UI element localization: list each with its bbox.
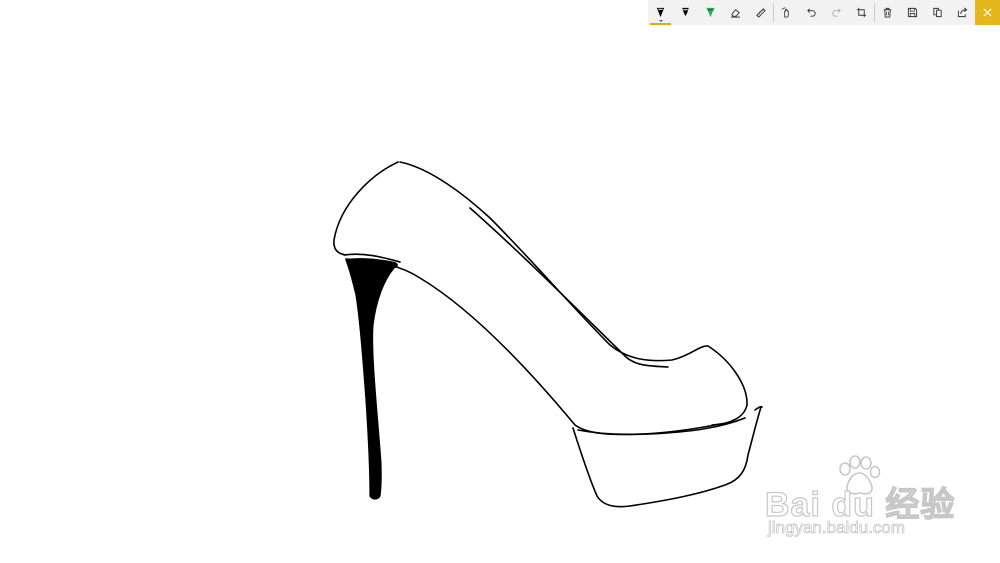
trash-icon [883,7,892,18]
ink-canvas[interactable]: Bai du 经验 jingyan.baidu.com [0,0,1000,563]
ballpoint-pen-icon [656,7,665,18]
shoe-top-line-stroke [399,161,748,426]
eraser-button[interactable] [723,0,748,25]
copy-button[interactable] [925,0,950,25]
crop-button[interactable] [849,0,874,25]
save-button[interactable] [900,0,925,25]
highlighter-button[interactable] [698,0,723,25]
share-icon [957,7,968,18]
shoe-heel-counter-stroke [333,161,399,256]
ballpoint-pen-button[interactable] [648,0,673,25]
clear-all-button[interactable] [875,0,900,25]
touch-writing-icon [781,7,789,18]
copy-icon [933,7,942,18]
shoe-sole-stroke [345,258,746,436]
share-button[interactable] [950,0,975,25]
undo-icon [807,8,816,17]
redo-button[interactable] [824,0,849,25]
undo-button[interactable] [799,0,824,25]
baidu-watermark: Bai du 经验 jingyan.baidu.com [764,455,955,545]
save-icon [907,7,918,18]
touch-writing-button[interactable] [774,0,799,25]
close-icon [983,8,992,17]
watermark-url-text: jingyan.baidu.com [768,518,906,538]
redo-icon [832,8,841,17]
chevron-down-icon [658,20,663,22]
pencil-icon [682,7,689,17]
ruler-icon [756,8,766,18]
ruler-button[interactable] [748,0,773,25]
highlighter-icon [706,7,715,18]
close-ink-button[interactable] [975,0,1000,25]
ink-toolbar [648,0,1000,25]
pencil-button[interactable] [673,0,698,25]
shoe-heel-spike [345,258,398,500]
crop-icon [856,7,867,18]
eraser-icon [730,9,741,18]
